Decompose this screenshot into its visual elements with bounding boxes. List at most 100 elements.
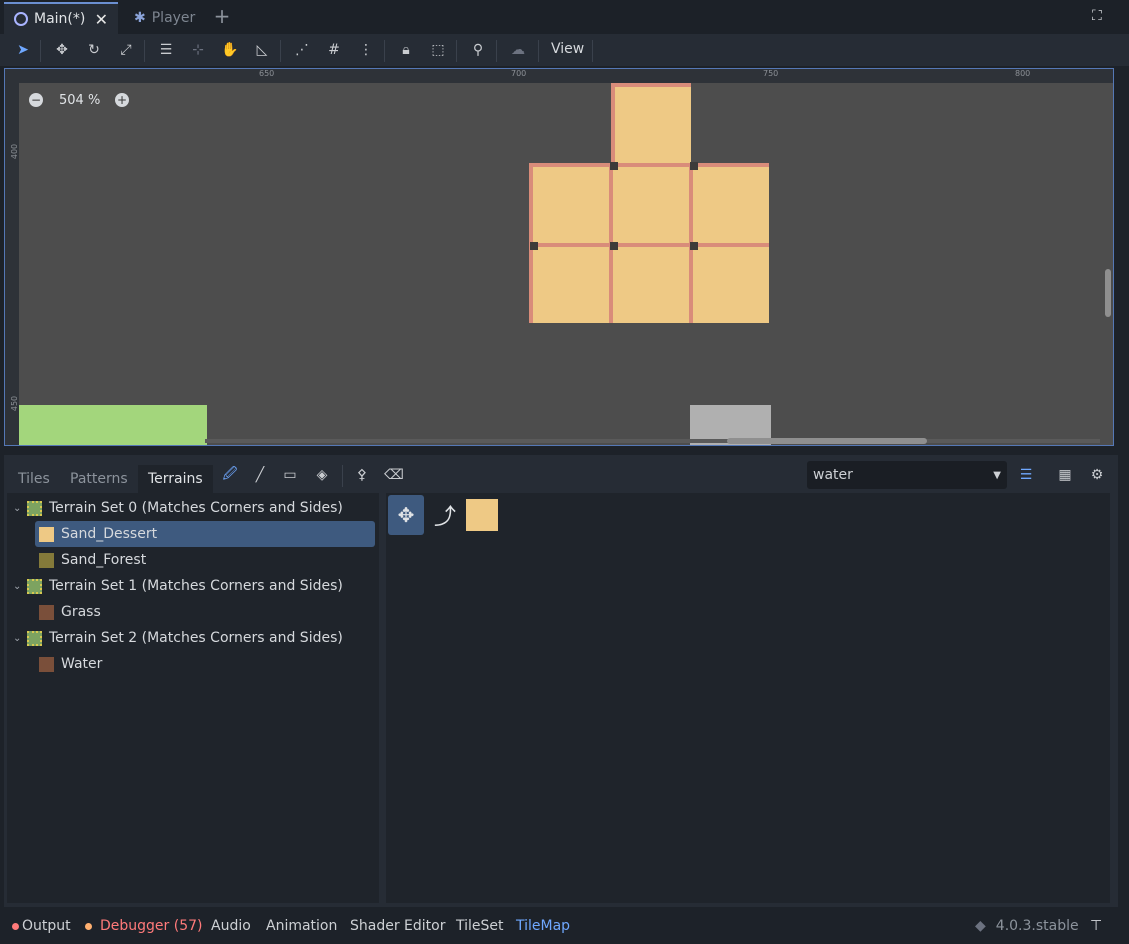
close-icon[interactable]: ✕ bbox=[95, 10, 108, 29]
terrain-item-water[interactable]: Water bbox=[35, 651, 102, 677]
ruler-label: 800 bbox=[1015, 69, 1031, 78]
ruler-label: 650 bbox=[259, 69, 275, 78]
tab-patterns[interactable]: Patterns bbox=[60, 465, 138, 493]
toolbar-divider bbox=[40, 40, 41, 62]
toolbar-divider bbox=[280, 40, 281, 62]
version-text: 4.0.3.stable bbox=[995, 918, 1079, 934]
zoom-level[interactable]: 504 % bbox=[59, 93, 100, 108]
bone-icon[interactable]: ⚲ bbox=[466, 38, 490, 62]
rotate-mode-icon[interactable]: ↻ bbox=[82, 38, 106, 62]
grass-tile bbox=[19, 405, 207, 445]
audio-tab[interactable]: Audio bbox=[211, 914, 251, 938]
debugger-tab[interactable]: Debugger (57) bbox=[85, 914, 202, 938]
ruler-label: 750 bbox=[763, 69, 779, 78]
layer-select-value: water bbox=[813, 467, 853, 483]
add-tab-button[interactable]: + bbox=[212, 6, 232, 26]
bucket-tool-icon[interactable]: ◈ bbox=[310, 463, 334, 487]
panel-expand-icon[interactable]: ⊤ bbox=[1090, 914, 1102, 938]
terrain-item-grass[interactable]: Grass bbox=[35, 599, 101, 625]
tilemap-settings-icon[interactable]: ⚙ bbox=[1085, 463, 1109, 487]
horizontal-scrollbar[interactable] bbox=[727, 438, 927, 444]
terrain-item-sand-forest[interactable]: Sand_Forest bbox=[35, 547, 146, 573]
tileset-tab[interactable]: TileSet bbox=[456, 914, 504, 938]
vertical-scrollbar[interactable] bbox=[1105, 269, 1111, 317]
connect-mode-icon[interactable]: ✥ bbox=[388, 495, 424, 535]
lock-icon[interactable]: 🔒︎ bbox=[394, 38, 418, 62]
view-menu[interactable]: View bbox=[551, 41, 584, 57]
error-dot-icon bbox=[12, 922, 19, 930]
tab-tiles[interactable]: Tiles bbox=[8, 465, 60, 493]
terrain-color-swatch bbox=[39, 526, 54, 542]
sand-tile bbox=[529, 163, 609, 243]
picker-tool-icon[interactable]: ⚴ bbox=[350, 463, 374, 487]
smart-snap-icon[interactable]: ⋰ bbox=[290, 38, 314, 62]
bottom-status-bar: Output Debugger (57) Audio Animation Sha… bbox=[0, 908, 1129, 944]
output-tab[interactable]: Output bbox=[12, 914, 71, 938]
fullscreen-icon[interactable]: ⛶ bbox=[1092, 8, 1110, 26]
chevron-down-icon: ⌄ bbox=[13, 580, 22, 592]
layer-select[interactable]: water ▼ bbox=[807, 461, 1007, 489]
ruler-label: 400 bbox=[10, 143, 20, 160]
ruler-label: 700 bbox=[511, 69, 527, 78]
list-select-icon[interactable]: ☰ bbox=[154, 38, 178, 62]
sand-tile bbox=[609, 243, 689, 323]
toolbar-divider bbox=[342, 465, 343, 487]
move-mode-icon[interactable]: ✥ bbox=[50, 38, 74, 62]
scene-tab-main[interactable]: Main(*) ✕ bbox=[4, 2, 118, 34]
path-mode-icon[interactable]: ⤴ bbox=[428, 497, 462, 533]
ruler-horizontal: 650 700 750 800 bbox=[5, 69, 1113, 83]
tilemap-tab[interactable]: TileMap bbox=[516, 914, 570, 938]
tab-terrains[interactable]: Terrains bbox=[138, 465, 213, 493]
tile-corner bbox=[690, 162, 698, 170]
pan-mode-icon[interactable]: ✋ bbox=[218, 38, 242, 62]
terrain-label: Water bbox=[61, 656, 103, 672]
horizontal-scrollbar-track bbox=[205, 439, 1100, 443]
scene-tab-player[interactable]: ✱ Player bbox=[124, 2, 214, 34]
chevron-down-icon: ▼ bbox=[993, 469, 1001, 481]
paint-tool-icon[interactable]: 🖉︎ bbox=[218, 463, 242, 487]
tile-corner bbox=[610, 162, 618, 170]
terrain-tiles-area: ✥ ⤴ bbox=[386, 493, 1110, 903]
warning-dot-icon bbox=[85, 922, 92, 930]
canvas-viewport[interactable]: 650 700 750 800 400 450 − 504 % + bbox=[4, 68, 1114, 446]
camera-override-icon[interactable]: ☁ bbox=[506, 38, 530, 62]
shader-editor-tab[interactable]: Shader Editor bbox=[350, 914, 445, 938]
terrain-set-row[interactable]: ⌄ Terrain Set 1 (Matches Corners and Sid… bbox=[13, 573, 343, 599]
chevron-down-icon: ⌄ bbox=[13, 502, 22, 514]
ruler-label: 450 bbox=[10, 395, 20, 412]
snap-options-icon[interactable]: ⋮ bbox=[354, 38, 378, 62]
output-label: Output bbox=[22, 918, 71, 934]
eraser-tool-icon[interactable]: ⌫ bbox=[382, 463, 406, 487]
tile-corner bbox=[690, 242, 698, 250]
terrain-tile-preview[interactable] bbox=[466, 499, 498, 531]
terrain-item-sand-dessert[interactable]: Sand_Dessert bbox=[35, 521, 375, 547]
godot-icon: ◆ bbox=[975, 918, 986, 934]
toolbar-divider bbox=[144, 40, 145, 62]
toolbar-divider bbox=[456, 40, 457, 62]
debugger-label: Debugger (57) bbox=[100, 918, 203, 934]
scene-tab-label: Player bbox=[151, 10, 196, 26]
pivot-icon[interactable]: ⊹ bbox=[186, 38, 210, 62]
terrain-set-row[interactable]: ⌄ Terrain Set 0 (Matches Corners and Sid… bbox=[13, 495, 343, 521]
ruler-mode-icon[interactable]: ◺ bbox=[250, 38, 274, 62]
zoom-in-button[interactable]: + bbox=[115, 93, 129, 107]
select-mode-icon[interactable]: ➤ bbox=[11, 38, 35, 62]
sand-tile bbox=[689, 163, 769, 243]
rect-tool-icon[interactable]: ▭ bbox=[278, 463, 302, 487]
terrain-label: Sand_Dessert bbox=[61, 526, 158, 542]
line-tool-icon[interactable]: ╱ bbox=[248, 463, 272, 487]
terrain-label: Grass bbox=[61, 604, 101, 620]
grid-toggle-icon[interactable]: ▦ bbox=[1053, 463, 1077, 487]
terrain-set-row[interactable]: ⌄ Terrain Set 2 (Matches Corners and Sid… bbox=[13, 625, 343, 651]
terrain-color-swatch bbox=[39, 552, 54, 568]
tilemap-panel: Tiles Patterns Terrains 🖉︎ ╱ ▭ ◈ ⚴ ⌫ wat… bbox=[4, 455, 1118, 907]
zoom-out-button[interactable]: − bbox=[29, 93, 43, 107]
grid-snap-icon[interactable]: # bbox=[322, 38, 346, 62]
scene-node-icon bbox=[14, 12, 28, 26]
animation-tab[interactable]: Animation bbox=[266, 914, 337, 938]
scale-mode-icon[interactable]: ⤢ bbox=[114, 38, 138, 62]
terrain-color-swatch bbox=[39, 604, 54, 620]
list-view-icon[interactable]: ☰ bbox=[1014, 463, 1038, 487]
group-icon[interactable]: ⬚ bbox=[426, 38, 450, 62]
ruler-vertical: 400 450 bbox=[5, 69, 20, 445]
